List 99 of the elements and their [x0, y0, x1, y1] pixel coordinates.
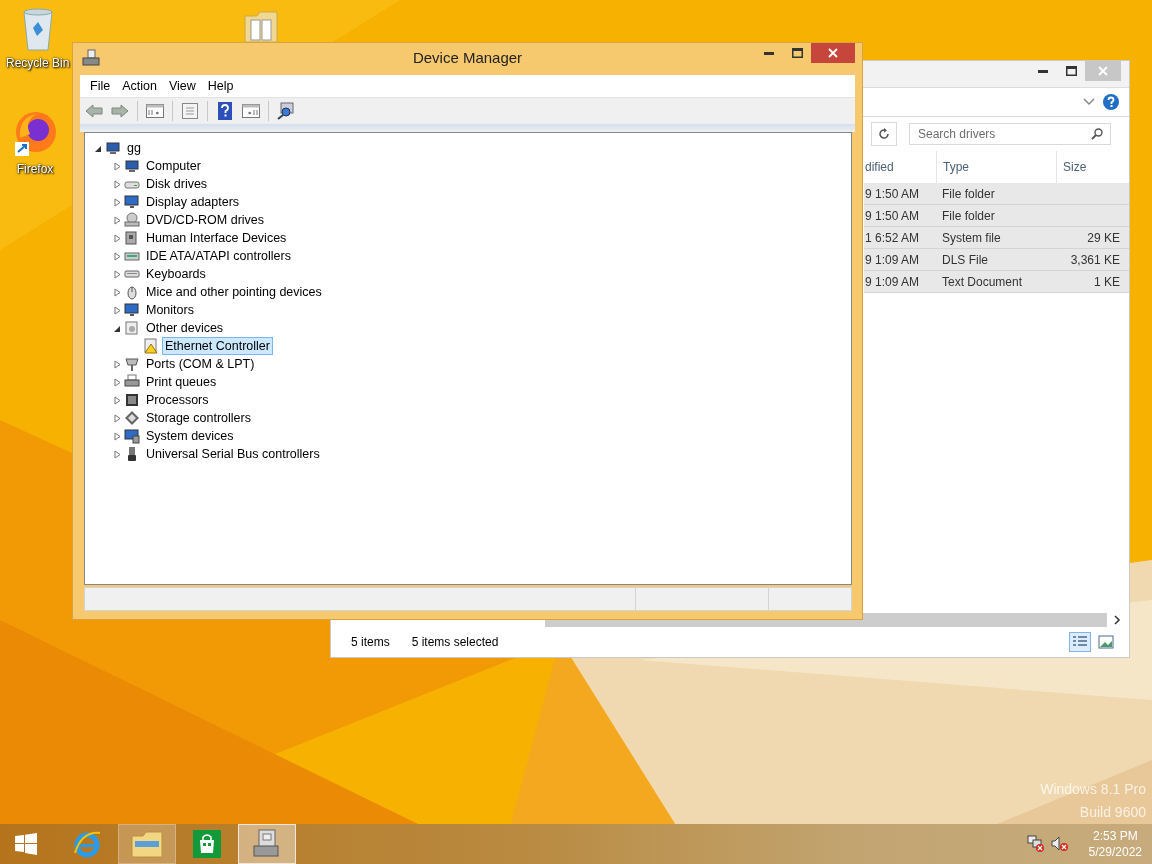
minimize-icon [1038, 69, 1048, 73]
status-text: 5 items selected [411, 635, 499, 649]
taskbar-button[interactable] [238, 824, 296, 864]
clock-date: 5/29/2022 [1088, 845, 1142, 859]
back-arrow-icon [85, 104, 103, 118]
file-row[interactable]: 1 6:52 AM System file 29 KE [864, 227, 1129, 249]
menu-item[interactable]: Action [116, 77, 163, 95]
tree-item[interactable]: Keyboards [143, 265, 209, 283]
device-icon [105, 140, 121, 156]
device-icon [124, 410, 140, 426]
device-icon [124, 392, 140, 408]
tree-item[interactable]: Human Interface Devices [143, 229, 290, 247]
table-cell-text: 9 1:50 AM [864, 186, 921, 201]
table-cell-text: 29 KE [1086, 230, 1120, 245]
tree-item[interactable]: Disk drives [143, 175, 211, 193]
search-field[interactable]: Search drivers [909, 123, 1111, 145]
taskbar-button[interactable] [118, 824, 176, 864]
panel-icon [146, 104, 164, 118]
tree-item[interactable]: Mice and other pointing devices [143, 283, 325, 301]
device-icon [124, 374, 140, 390]
internet-explorer-icon [72, 829, 102, 859]
view-button[interactable] [1069, 632, 1091, 652]
panel-icon [242, 104, 260, 118]
details-view-icon [1072, 635, 1088, 649]
tree-item[interactable]: Ports (COM & LPT) [143, 355, 258, 373]
close-button[interactable] [811, 43, 855, 63]
window-title: Device Manager [412, 49, 523, 66]
minimize-icon [764, 51, 774, 55]
tree-item[interactable]: Universal Serial Bus controllers [143, 445, 323, 463]
help-icon[interactable] [1103, 94, 1119, 110]
menu-item[interactable]: File [84, 77, 117, 95]
menu-item[interactable]: View [162, 77, 202, 95]
file-row[interactable]: 9 1:50 AM File folder [864, 205, 1129, 227]
tree-item[interactable]: Processors [143, 391, 212, 409]
device-icon [124, 302, 140, 318]
column-header[interactable]: dified [864, 151, 936, 183]
tree-item[interactable]: Monitors [143, 301, 197, 319]
table-cell-text: 1 6:52 AM [864, 230, 921, 245]
os-edition-text: Windows 8.1 Pro [1040, 781, 1146, 797]
tree-item[interactable]: Storage controllers [143, 409, 254, 427]
file-row[interactable]: 9 1:50 AM File folder [864, 183, 1129, 205]
table-cell-text: File folder [941, 208, 996, 223]
tree-item[interactable]: Print queues [143, 373, 220, 391]
table-cell-text: DLS File [941, 252, 989, 267]
scroll-right-icon[interactable] [1113, 615, 1121, 625]
table-cell-text: 9 1:09 AM [864, 252, 921, 267]
folder-icon [131, 830, 163, 858]
monitor-magnifier-icon [277, 102, 295, 120]
windows-logo-icon [15, 833, 37, 855]
speaker-muted-icon[interactable] [1050, 835, 1069, 853]
help-icon [218, 102, 232, 120]
close-icon [1098, 66, 1108, 76]
table-cell-text: File folder [941, 186, 996, 201]
device-icon [124, 212, 140, 228]
tree-item[interactable]: IDE ATA/ATAPI controllers [143, 247, 294, 265]
device-icon [124, 230, 140, 246]
device-icon [124, 356, 140, 372]
device-manager-icon [82, 49, 100, 67]
folder-icon[interactable] [243, 8, 279, 42]
device-icon [124, 158, 140, 174]
device-icon [124, 428, 140, 444]
device-icon [124, 284, 140, 300]
device-icon [124, 194, 140, 210]
menu-item[interactable]: Help [201, 77, 240, 95]
table-cell-text: 9 1:09 AM [864, 274, 921, 289]
maximize-icon [791, 48, 803, 58]
device-icon [124, 320, 140, 336]
close-icon [828, 48, 838, 58]
tree-item[interactable]: Ethernet Controller [162, 337, 273, 355]
refresh-button[interactable] [871, 122, 897, 146]
table-cell-text: 9 1:50 AM [864, 208, 921, 223]
view-button[interactable] [1095, 632, 1117, 652]
file-row[interactable]: 9 1:09 AM DLS File 3,361 KE [864, 249, 1129, 271]
os-edition-text: Build 9600 [1079, 804, 1146, 820]
warning-device-icon [143, 338, 159, 354]
forward-arrow-icon [111, 104, 129, 118]
tree-item[interactable]: DVD/CD-ROM drives [143, 211, 268, 229]
scan-hardware-button[interactable] [275, 100, 297, 122]
status-text: 5 items [351, 635, 390, 649]
table-cell-text: 3,361 KE [1069, 252, 1120, 267]
tree-item[interactable]: Computer [143, 157, 204, 175]
tree-item[interactable]: System devices [143, 427, 237, 445]
properties-icon [182, 103, 198, 119]
picture-view-icon [1098, 635, 1114, 649]
refresh-icon [878, 128, 890, 140]
file-row[interactable]: 9 1:09 AM Text Document 1 KE [864, 271, 1129, 293]
properties-button[interactable] [179, 100, 201, 122]
table-cell-text: System file [941, 230, 1002, 245]
maximize-icon [1065, 66, 1077, 76]
clock-time: 2:53 PM [1092, 829, 1138, 843]
search-icon[interactable] [1091, 128, 1103, 140]
tree-item[interactable]: Display adapters [143, 193, 243, 211]
network-disconnected-icon[interactable] [1026, 835, 1045, 853]
tree-item[interactable]: Other devices [143, 319, 227, 337]
store-bag-icon [193, 830, 221, 858]
tree-item[interactable]: gg [124, 139, 144, 157]
table-cell-text: 1 KE [1093, 274, 1120, 289]
chevron-down-icon[interactable] [1083, 98, 1095, 106]
table-cell-text: Text Document [941, 274, 1024, 289]
